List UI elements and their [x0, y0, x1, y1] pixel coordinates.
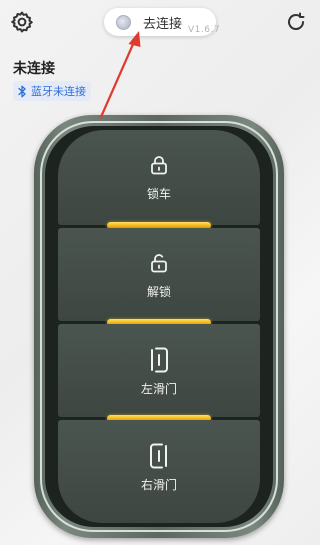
bluetooth-status-badge: 蓝牙未连接 — [13, 81, 91, 101]
unlock-icon — [151, 254, 167, 273]
unlock-button[interactable]: 解锁 — [58, 228, 260, 321]
lock-icon — [151, 156, 167, 175]
version-text: V1.6.7 — [188, 25, 221, 35]
settings-gear-icon[interactable] — [10, 10, 34, 34]
refresh-icon[interactable] — [284, 10, 308, 34]
lock-label: 锁车 — [146, 187, 171, 201]
right-sliding-door-button[interactable]: 右滑门 — [58, 420, 260, 523]
lock-button[interactable]: 锁车 — [58, 130, 260, 225]
connection-status-dot — [116, 14, 131, 30]
right-sliding-door-label: 右滑门 — [140, 478, 177, 492]
right-sliding-door-icon — [150, 443, 167, 469]
left-sliding-door-button[interactable]: 左滑门 — [58, 324, 260, 417]
bluetooth-icon — [18, 85, 26, 97]
left-sliding-door-icon — [151, 347, 168, 373]
left-sliding-door-label: 左滑门 — [140, 382, 177, 396]
bluetooth-status-label: 蓝牙未连接 — [31, 85, 86, 98]
connection-status-title: 未连接 — [13, 61, 55, 77]
unlock-label: 解锁 — [146, 285, 171, 299]
connect-label: 去连接 — [143, 16, 183, 32]
